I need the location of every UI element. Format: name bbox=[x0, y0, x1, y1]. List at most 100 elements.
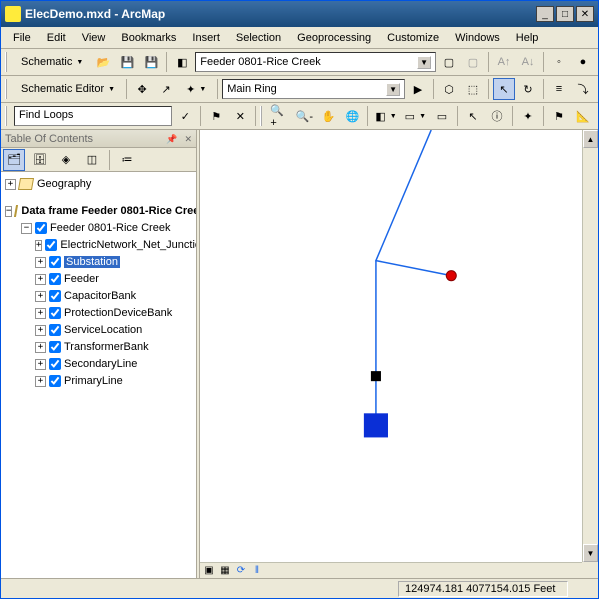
tree-layer-electric[interactable]: +ElectricNetwork_Net_Junctions bbox=[3, 237, 194, 253]
tree-dataframe-geography[interactable]: +Geography bbox=[3, 176, 194, 192]
schematic-menu-button[interactable]: Schematic bbox=[14, 53, 90, 71]
rotate-button[interactable]: ↻ bbox=[517, 78, 539, 100]
layer-visibility-checkbox[interactable] bbox=[49, 324, 61, 336]
layer-visibility-checkbox[interactable] bbox=[49, 307, 61, 319]
pan-button[interactable]: ✋ bbox=[317, 105, 339, 127]
decrease-symbol-button[interactable]: ◦ bbox=[548, 51, 570, 73]
layout-view-button[interactable]: ▦ bbox=[218, 564, 232, 578]
menu-selection[interactable]: Selection bbox=[228, 30, 289, 46]
apply-layout-button[interactable]: ▶ bbox=[407, 78, 429, 100]
layer-visibility-checkbox[interactable] bbox=[49, 341, 61, 353]
node-reduce-button[interactable]: ⬡ bbox=[438, 78, 460, 100]
trace-solve-button[interactable]: ✓ bbox=[174, 105, 196, 127]
toolbar-handle[interactable] bbox=[260, 106, 265, 126]
tree-layer-feeder[interactable]: +Feeder bbox=[3, 271, 194, 287]
edit-select-button[interactable]: ↗ bbox=[155, 78, 177, 100]
menu-file[interactable]: File bbox=[5, 30, 39, 46]
tree-layer-protection[interactable]: +ProtectionDeviceBank bbox=[3, 305, 194, 321]
open-diagram-button[interactable]: 📂 bbox=[92, 51, 114, 73]
toc-tree[interactable]: +Geography −Data frame Feeder 0801-Rice … bbox=[1, 172, 196, 578]
clear-select-button[interactable]: ▭ bbox=[431, 105, 453, 127]
menu-edit[interactable]: Edit bbox=[39, 30, 74, 46]
layer-visibility-checkbox[interactable] bbox=[49, 290, 61, 302]
layer-visibility-checkbox[interactable] bbox=[49, 256, 61, 268]
propagate-button[interactable]: ▢ bbox=[438, 51, 460, 73]
zoom-out-button[interactable]: 🔍- bbox=[293, 105, 315, 127]
edit-move-button[interactable]: ✥ bbox=[131, 78, 153, 100]
menu-help[interactable]: Help bbox=[508, 30, 547, 46]
layout-combo[interactable]: Main Ring bbox=[222, 79, 405, 99]
horizontal-scrollbar[interactable]: ▣ ▦ ⟳ ‖ bbox=[200, 562, 582, 578]
tree-layer-capacitor[interactable]: +CapacitorBank bbox=[3, 288, 194, 304]
save-as-button[interactable]: 💾 bbox=[140, 51, 162, 73]
square-links-button[interactable]: ⬚ bbox=[462, 78, 484, 100]
trace-task-combo[interactable]: Find Loops bbox=[14, 106, 172, 126]
list-by-source-button[interactable]: 🗄 bbox=[29, 149, 51, 171]
app-icon bbox=[5, 6, 21, 22]
toc-pin-button[interactable]: 📌 bbox=[166, 134, 177, 144]
menu-insert[interactable]: Insert bbox=[184, 30, 228, 46]
menu-bookmarks[interactable]: Bookmarks bbox=[113, 30, 184, 46]
schematic-editor-toolbar: Schematic Editor ✥ ↗ ✦ Main Ring ▶ ⬡ ⬚ ↖… bbox=[1, 76, 598, 103]
toc-close-button[interactable]: ✕ bbox=[184, 134, 192, 144]
network-tool-button[interactable]: ✕ bbox=[229, 105, 251, 127]
go-to-xy-button[interactable]: ✦ bbox=[517, 105, 539, 127]
menu-windows[interactable]: Windows bbox=[447, 30, 508, 46]
toolbar-handle[interactable] bbox=[5, 106, 10, 126]
add-junction-flag-button[interactable]: ⚑ bbox=[205, 105, 227, 127]
coordinates-display: 124974.181 4077154.015 Feet bbox=[398, 581, 568, 597]
primary-line-segment bbox=[376, 130, 451, 276]
menu-customize[interactable]: Customize bbox=[379, 30, 447, 46]
maximize-button[interactable]: □ bbox=[556, 6, 574, 22]
pause-draw-button[interactable]: ‖ bbox=[250, 564, 264, 578]
tree-dataframe-feeder[interactable]: −Data frame Feeder 0801-Rice Creek bbox=[3, 203, 194, 219]
diagram-combo[interactable]: Feeder 0801-Rice Creek bbox=[195, 52, 436, 72]
tree-layer-service[interactable]: +ServiceLocation bbox=[3, 322, 194, 338]
list-by-selection-button[interactable]: ◫ bbox=[81, 149, 103, 171]
measure-button[interactable]: 📐 bbox=[572, 105, 594, 127]
full-extent-button[interactable]: 🌐 bbox=[341, 105, 363, 127]
map-canvas[interactable] bbox=[200, 130, 598, 578]
find-route-button[interactable]: ⚑ bbox=[548, 105, 570, 127]
layer-visibility-checkbox[interactable] bbox=[49, 358, 61, 370]
vertical-scrollbar[interactable] bbox=[582, 130, 598, 562]
layer-visibility-checkbox[interactable] bbox=[49, 273, 61, 285]
minimize-button[interactable]: _ bbox=[536, 6, 554, 22]
schematic-editor-menu-button[interactable]: Schematic Editor bbox=[14, 80, 122, 98]
bypass-button[interactable]: ⤵ bbox=[572, 78, 594, 100]
list-by-visibility-button[interactable]: ◈ bbox=[55, 149, 77, 171]
toolbar-handle[interactable] bbox=[5, 79, 10, 99]
identify-button[interactable]: ⓘ bbox=[486, 105, 508, 127]
menu-geoprocessing[interactable]: Geoprocessing bbox=[289, 30, 379, 46]
align-button[interactable]: ≡ bbox=[548, 78, 570, 100]
font-decrease-button[interactable]: A↓ bbox=[517, 51, 539, 73]
tree-layer-substation[interactable]: +Substation bbox=[3, 254, 194, 270]
select-elements-button[interactable]: ↖ bbox=[462, 105, 484, 127]
tree-layer-secondary[interactable]: +SecondaryLine bbox=[3, 356, 194, 372]
zoom-fixed-dropdown[interactable]: ◧ bbox=[372, 107, 399, 126]
select-features-dropdown[interactable]: ▭ bbox=[402, 107, 429, 126]
layer-visibility-checkbox[interactable] bbox=[49, 375, 61, 387]
increase-symbol-button[interactable]: ● bbox=[572, 51, 594, 73]
data-view-button[interactable]: ▣ bbox=[202, 564, 216, 578]
list-by-drawing-button[interactable]: 🗂 bbox=[3, 149, 25, 171]
save-diagram-button[interactable]: 💾 bbox=[116, 51, 138, 73]
layer-visibility-checkbox[interactable] bbox=[45, 239, 57, 251]
menu-view[interactable]: View bbox=[74, 30, 114, 46]
close-button[interactable]: ✕ bbox=[576, 6, 594, 22]
layer-icon: ◧ bbox=[171, 51, 193, 73]
tree-layer-primary[interactable]: +PrimaryLine bbox=[3, 373, 194, 389]
layout-task-dropdown[interactable]: ✦ bbox=[179, 80, 213, 99]
zoom-in-button[interactable]: 🔍+ bbox=[269, 105, 291, 127]
tree-diagram-layer[interactable]: −Feeder 0801-Rice Creek bbox=[3, 220, 194, 236]
layer-visibility-checkbox[interactable] bbox=[35, 222, 47, 234]
refresh-button[interactable]: ⟳ bbox=[234, 564, 248, 578]
main-window: ElecDemo.mxd - ArcMap _ □ ✕ File Edit Vi… bbox=[0, 0, 599, 599]
select-tool-button[interactable]: ↖ bbox=[493, 78, 515, 100]
export-button[interactable]: ▢ bbox=[462, 51, 484, 73]
tree-layer-transformer[interactable]: +TransformerBank bbox=[3, 339, 194, 355]
font-increase-button[interactable]: A↑ bbox=[493, 51, 515, 73]
toolbar-handle[interactable] bbox=[5, 52, 10, 72]
schematic-toolbar: Schematic 📂 💾 💾 ◧ Feeder 0801-Rice Creek… bbox=[1, 49, 598, 76]
toc-options-button[interactable]: ≔ bbox=[116, 149, 138, 171]
